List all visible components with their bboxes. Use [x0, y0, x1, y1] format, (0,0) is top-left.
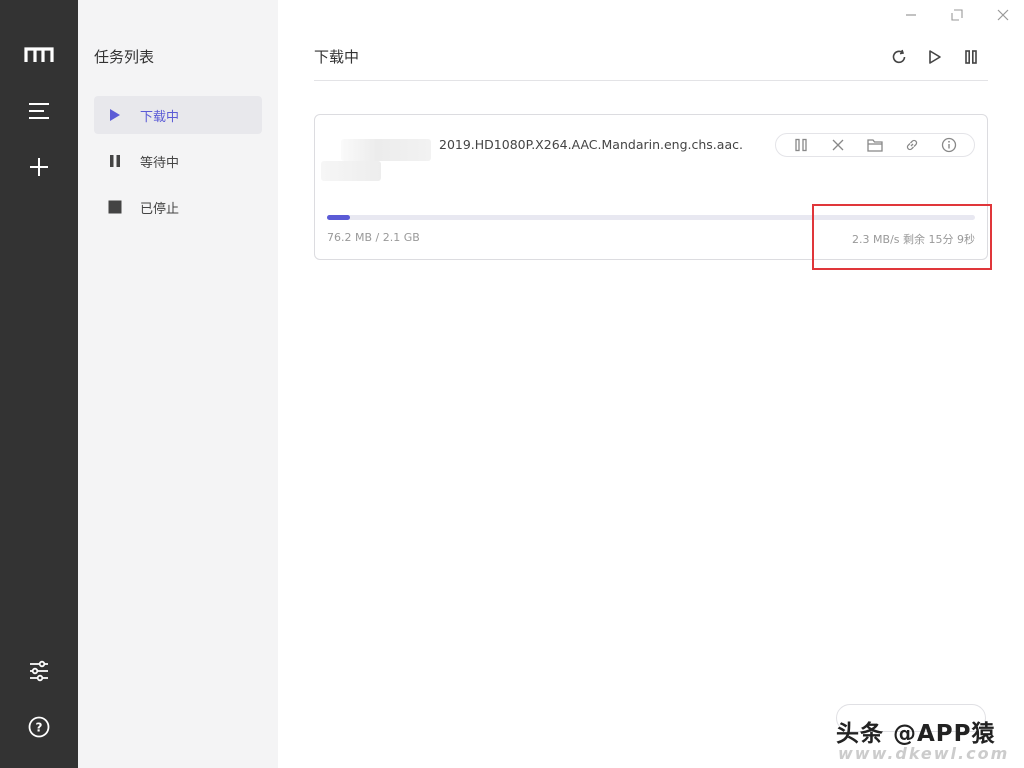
settings-sliders-icon[interactable]	[22, 654, 56, 688]
nav-item-label: 下载中	[140, 109, 180, 125]
nav-item-waiting[interactable]: 等待中	[94, 142, 262, 180]
link-icon[interactable]	[901, 134, 923, 156]
task-list-title: 任务列表	[94, 48, 155, 66]
downloaded-size: 76.2 MB / 2.1 GB	[327, 231, 420, 244]
nav-item-stopped[interactable]: 已停止	[94, 188, 262, 226]
task-actions	[775, 133, 975, 157]
close-icon[interactable]	[992, 4, 1014, 26]
svg-text:?: ?	[36, 721, 43, 735]
folder-icon[interactable]	[864, 134, 886, 156]
app-window: ? 任务列表 下载中 等待中 已停止 下载中 2019.HD1080P.X264…	[0, 0, 1024, 768]
menu-icon[interactable]	[22, 94, 56, 128]
play-all-icon[interactable]	[924, 46, 946, 68]
progress-bar	[327, 215, 975, 220]
nav-item-label: 已停止	[140, 201, 180, 217]
file-thumbnail	[321, 129, 441, 181]
minimize-icon[interactable]	[900, 4, 922, 26]
watermark-text: 头条 @APP猿	[836, 721, 996, 747]
pause-icon[interactable]	[790, 134, 812, 156]
maximize-icon[interactable]	[946, 4, 968, 26]
info-icon[interactable]	[938, 134, 960, 156]
pause-all-icon[interactable]	[960, 46, 982, 68]
stop-icon	[108, 200, 122, 214]
page-title: 下载中	[314, 48, 360, 66]
delete-icon[interactable]	[827, 134, 849, 156]
icon-rail: ?	[0, 0, 78, 768]
nav-item-downloading[interactable]: 下载中	[94, 96, 262, 134]
file-name: 2019.HD1080P.X264.AAC.Mandarin.eng.chs.a…	[439, 137, 743, 152]
progress-fill	[327, 215, 351, 220]
help-icon[interactable]: ?	[22, 710, 56, 744]
header-divider	[314, 80, 988, 81]
add-icon[interactable]	[22, 150, 56, 184]
speed-remaining: 2.3 MB/s 剩余 15分 9秒	[852, 233, 975, 246]
download-task-card[interactable]: 2019.HD1080P.X264.AAC.Mandarin.eng.chs.a…	[314, 114, 988, 260]
logo-icon[interactable]	[22, 38, 56, 72]
main-panel: 下载中 2019.HD1080P.X264.AAC.Mandarin.eng.c…	[278, 0, 1024, 768]
nav-item-label: 等待中	[140, 155, 180, 171]
watermark-site: www.dkewl.com	[838, 744, 1010, 763]
refresh-icon[interactable]	[888, 46, 910, 68]
play-icon	[108, 108, 122, 122]
pause-icon	[108, 154, 122, 168]
task-list-panel: 任务列表 下载中 等待中 已停止	[78, 0, 278, 768]
